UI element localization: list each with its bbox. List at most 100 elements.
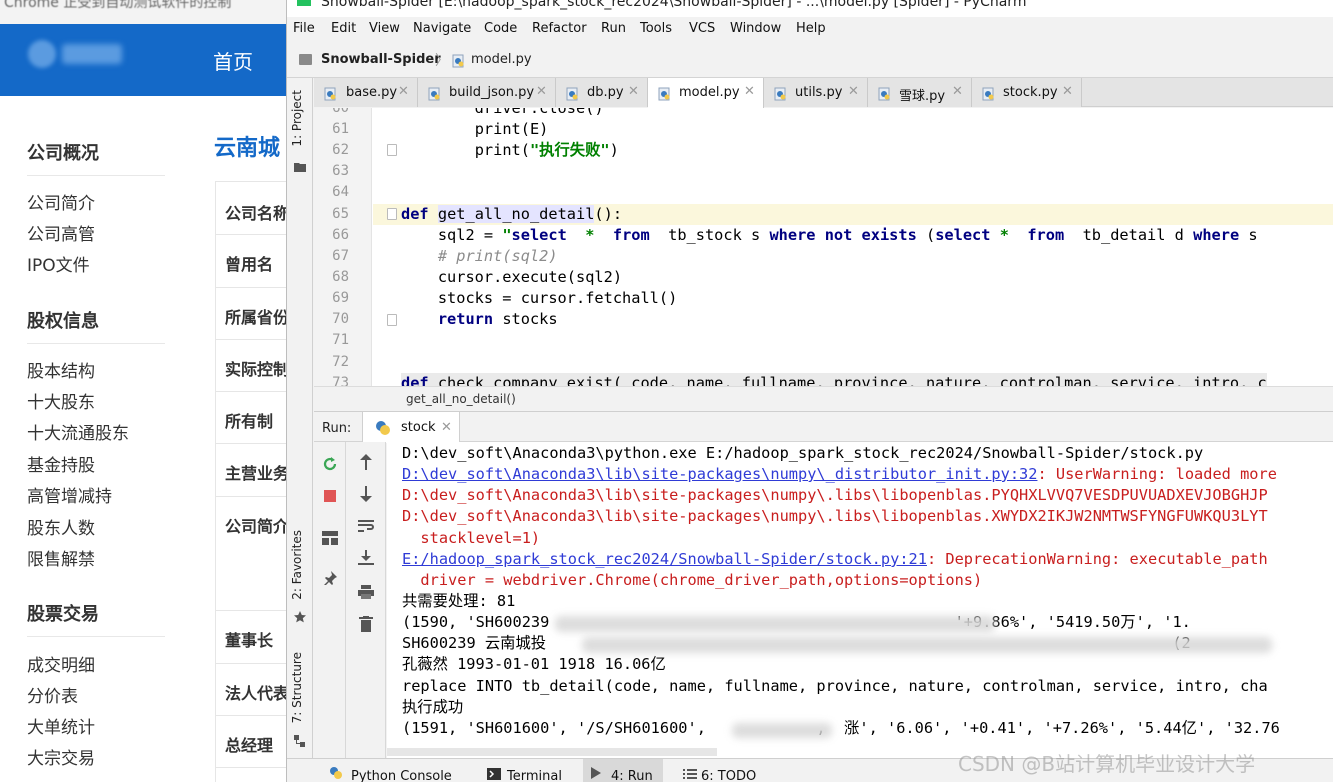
editor-breadcrumb: get_all_no_detail() bbox=[314, 386, 1333, 411]
code-line-68: cursor.execute(sql2) bbox=[401, 268, 623, 286]
python-icon bbox=[375, 420, 391, 440]
scroll-to-end-icon[interactable] bbox=[358, 550, 374, 570]
horizontal-scrollbar[interactable] bbox=[387, 748, 717, 756]
trash-icon[interactable] bbox=[359, 616, 373, 636]
menu-tools[interactable]: Tools bbox=[640, 21, 672, 36]
tab-utils-py[interactable]: utils.py ✕ bbox=[764, 78, 868, 107]
close-icon[interactable]: ✕ bbox=[744, 84, 755, 99]
tab-model-py[interactable]: model.py ✕ bbox=[648, 78, 764, 108]
tab-db-py[interactable]: db.py ✕ bbox=[556, 78, 648, 107]
menu-view[interactable]: View bbox=[369, 21, 400, 36]
fold-marker-icon[interactable] bbox=[387, 144, 397, 156]
code-line-69: stocks = cursor.fetchall() bbox=[401, 289, 678, 307]
sidebar-item[interactable]: 公司高管 bbox=[27, 220, 95, 245]
bottom-tab-todo[interactable]: 6: TODO bbox=[677, 759, 767, 782]
pin-icon[interactable] bbox=[323, 570, 337, 589]
close-icon[interactable]: ✕ bbox=[628, 84, 639, 99]
line-number: 73 bbox=[332, 375, 349, 386]
pycharm-window: Snowball-Spider [E:\hadoop_spark_stock_r… bbox=[286, 0, 1333, 782]
sidebar-item[interactable]: 基金持股 bbox=[27, 451, 95, 476]
table-row-label: 曾用名 bbox=[225, 255, 274, 274]
print-icon[interactable] bbox=[358, 584, 374, 603]
menu-help[interactable]: Help bbox=[796, 21, 826, 36]
divider bbox=[215, 610, 290, 611]
sidebar-item[interactable]: 十大股东 bbox=[27, 388, 95, 413]
sidebar-item[interactable]: 成交明细 bbox=[27, 651, 95, 676]
console-link[interactable]: D:\dev_soft\Anaconda3\lib\site-packages\… bbox=[402, 465, 1037, 483]
tool-tab-project[interactable]: 1: Project bbox=[290, 90, 304, 147]
breadcrumb-function[interactable]: get_all_no_detail() bbox=[406, 392, 516, 406]
navigation-bar: Snowball-Spider 〉 model.py bbox=[287, 42, 1333, 78]
home-nav-link[interactable]: 首页 bbox=[213, 46, 253, 75]
divider bbox=[27, 175, 165, 176]
tab-build-json-py[interactable]: build_json.py ✕ bbox=[418, 78, 556, 107]
sidebar-item[interactable]: 大宗交易 bbox=[27, 744, 95, 769]
sidebar-item[interactable]: 股本结构 bbox=[27, 357, 95, 382]
menu-vcs[interactable]: VCS bbox=[689, 21, 715, 36]
close-icon[interactable]: ✕ bbox=[952, 84, 963, 99]
python-file-icon bbox=[324, 86, 338, 105]
sidebar-item[interactable]: IPO文件 bbox=[27, 251, 90, 276]
divider bbox=[215, 391, 290, 392]
close-icon[interactable]: ✕ bbox=[536, 84, 547, 99]
menu-run[interactable]: Run bbox=[601, 21, 626, 36]
tab-label: db.py bbox=[587, 85, 624, 100]
tab-stock-py[interactable]: stock.py ✕ bbox=[972, 78, 1082, 107]
bottom-tab-terminal[interactable]: Terminal bbox=[481, 759, 571, 782]
tool-tab-structure[interactable]: 7: Structure bbox=[290, 652, 304, 723]
terminal-icon bbox=[487, 765, 501, 782]
menu-navigate[interactable]: Navigate bbox=[413, 21, 471, 36]
console-line: (1591, 'SH601600', '/S/SH601600', , 涨', … bbox=[402, 719, 1280, 737]
bottom-tab-label: Python Console bbox=[351, 769, 452, 782]
sidebar-item[interactable]: 高管增减持 bbox=[27, 482, 112, 507]
line-number: 72 bbox=[332, 354, 349, 370]
nav-file-crumb[interactable]: model.py bbox=[471, 52, 532, 67]
code-line-70: return stocks bbox=[437, 310, 558, 328]
tab-label: utils.py bbox=[795, 85, 843, 100]
run-tab-stock[interactable]: stock ✕ bbox=[362, 412, 460, 443]
run-tab-label: stock bbox=[401, 420, 436, 435]
menu-bar: File Edit View Navigate Code Refactor Ru… bbox=[287, 17, 1333, 42]
stop-icon[interactable] bbox=[323, 488, 337, 507]
run-console-output[interactable]: D:\dev_soft\Anaconda3\python.exe E:/hado… bbox=[387, 442, 1333, 758]
close-icon[interactable]: ✕ bbox=[398, 84, 409, 99]
sidebar-item[interactable]: 分价表 bbox=[27, 682, 78, 707]
code-editor[interactable]: 60 61 62 63 64 65 66 67 68 69 70 71 72 7… bbox=[314, 108, 1333, 386]
menu-edit[interactable]: Edit bbox=[331, 21, 356, 36]
bottom-tab-run[interactable]: 4: Run bbox=[583, 759, 663, 782]
line-number: 63 bbox=[332, 163, 349, 179]
console-link[interactable]: E:/hadoop_spark_stock_rec2024/Snowball-S… bbox=[402, 550, 927, 568]
bottom-tab-python-console[interactable]: Python Console bbox=[323, 759, 463, 782]
arrow-up-icon[interactable] bbox=[359, 454, 373, 474]
menu-refactor[interactable]: Refactor bbox=[532, 21, 587, 36]
layout-icon[interactable] bbox=[322, 530, 338, 549]
sidebar-item[interactable]: 公司简介 bbox=[27, 189, 95, 214]
arrow-down-icon[interactable] bbox=[359, 486, 373, 506]
divider bbox=[215, 663, 290, 664]
sidebar-item[interactable]: 大单统计 bbox=[27, 713, 95, 738]
structure-icon bbox=[294, 732, 306, 747]
fold-marker-icon[interactable] bbox=[387, 314, 397, 326]
close-icon[interactable]: ✕ bbox=[848, 84, 859, 99]
tab-xueqiu-py[interactable]: 雪球.py ✕ bbox=[868, 78, 972, 107]
site-header: 首页 bbox=[0, 24, 290, 96]
close-icon[interactable]: ✕ bbox=[441, 420, 452, 435]
close-icon[interactable]: ✕ bbox=[1062, 84, 1073, 99]
sidebar-item[interactable]: 股东人数 bbox=[27, 514, 95, 539]
menu-code[interactable]: Code bbox=[484, 21, 517, 36]
code-line-65: def get_all_no_detail(): bbox=[401, 205, 623, 223]
fold-marker-icon[interactable] bbox=[387, 208, 397, 220]
nav-project-crumb[interactable]: Snowball-Spider bbox=[321, 52, 441, 67]
menu-window[interactable]: Window bbox=[730, 21, 781, 36]
star-icon bbox=[294, 608, 306, 623]
sidebar-item[interactable]: 限售解禁 bbox=[27, 545, 95, 570]
sidebar-item[interactable]: 十大流通股东 bbox=[27, 419, 129, 444]
rerun-icon[interactable] bbox=[322, 456, 338, 476]
menu-file[interactable]: File bbox=[293, 21, 315, 36]
tool-tab-favorites[interactable]: 2: Favorites bbox=[290, 530, 304, 600]
run-label: Run: bbox=[322, 421, 352, 436]
redacted-region bbox=[555, 616, 995, 632]
soft-wrap-icon[interactable] bbox=[358, 518, 374, 537]
sidebar-section-title: 股权信息 bbox=[27, 311, 99, 332]
tab-base-py[interactable]: base.py ✕ bbox=[314, 78, 418, 107]
